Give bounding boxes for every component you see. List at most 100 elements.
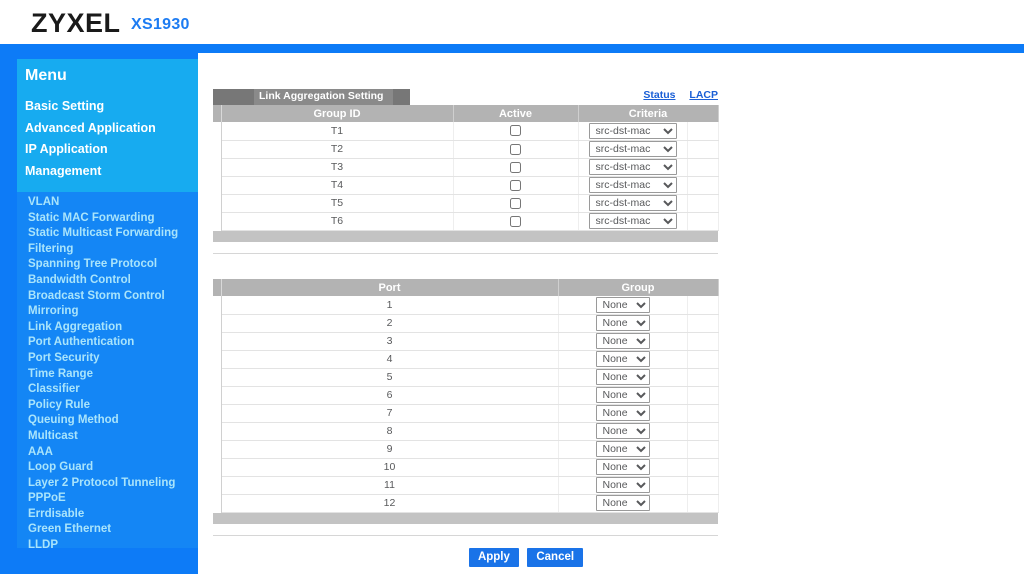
port-group-select[interactable]: None [595,405,650,421]
sidebar-item-port-authentication[interactable]: Port Authentication [17,335,198,351]
row-edge-cell [213,194,222,212]
group-table-header-row: Group ID Active Criteria [213,105,719,122]
port-pad-cell [687,440,719,459]
panel-links: Status LACP [632,89,718,101]
port-group-select[interactable]: None [595,387,650,403]
sidebar-item-vlan[interactable]: VLAN [17,192,198,211]
group-active-checkbox[interactable] [510,125,521,137]
row-edge-cell [213,314,222,332]
group-criteria-select[interactable]: src-dst-mac [588,141,677,157]
sidebar-menu-header: Menu Basic Setting Advanced Application … [17,59,198,192]
sidebar-item-filtering[interactable]: Filtering [17,242,198,258]
port-group-select[interactable]: None [595,333,650,349]
row-edge-cell [213,368,222,386]
sidebar-item-mirroring[interactable]: Mirroring [17,304,198,320]
group-active-cell [453,212,579,231]
section-divider-bottom [213,534,718,536]
table-row: T4 src-dst-mac [213,176,719,195]
section-divider [213,252,718,254]
port-pad-cell [687,314,719,333]
port-number-cell: 1 [221,296,559,315]
port-group-select[interactable]: None [595,423,650,439]
group-active-cell [453,122,579,141]
row-edge-cell [213,458,222,476]
group-criteria-select[interactable]: src-dst-mac [588,195,677,211]
table-row: T5 src-dst-mac [213,194,719,213]
table-row: 4 None [213,350,719,369]
sidebar-item-pppoe[interactable]: PPPoE [17,491,198,507]
group-active-checkbox[interactable] [510,197,521,209]
port-group-select[interactable]: None [595,495,650,511]
cancel-button[interactable]: Cancel [527,548,584,567]
group-active-checkbox[interactable] [510,179,521,191]
sidebar-item-basic-setting[interactable]: Basic Setting [25,96,198,118]
port-group-select[interactable]: None [595,441,650,457]
port-pad-cell [687,458,719,477]
link-status[interactable]: Status [643,89,675,101]
port-group-select[interactable]: None [595,315,650,331]
zyxel-logo: ZYXEL [31,8,121,38]
sidebar-item-layer-2-protocol-tunneling[interactable]: Layer 2 Protocol Tunneling [17,476,198,492]
port-table-body: 1 None 2 None 3 None 4 None 5 None 6 Non… [213,296,719,513]
group-table-col-criteria: Criteria [578,105,719,122]
port-group-select[interactable]: None [595,459,650,475]
sidebar-item-broadcast-storm-control[interactable]: Broadcast Storm Control [17,289,198,305]
sidebar-item-classifier[interactable]: Classifier [17,382,198,398]
port-group-select[interactable]: None [595,477,650,493]
group-active-checkbox[interactable] [510,143,521,155]
group-criteria-select[interactable]: src-dst-mac [588,122,677,139]
port-group-cell: None [558,296,688,315]
port-pad-cell [687,386,719,405]
table-row: 9 None [213,440,719,459]
port-group-select[interactable]: None [595,351,650,367]
group-criteria-select[interactable]: src-dst-mac [588,177,677,193]
row-edge-cell [213,158,222,176]
sidebar-item-loop-guard[interactable]: Loop Guard [17,460,198,476]
group-table: Group ID Active Criteria T1 src-dst-mac [213,105,719,231]
port-group-cell: None [558,350,688,369]
group-criteria-cell: src-dst-mac [578,140,688,159]
port-group-cell: None [558,368,688,387]
sidebar: Menu Basic Setting Advanced Application … [0,53,198,574]
port-group-cell: None [558,404,688,423]
sidebar-item-multicast[interactable]: Multicast [17,429,198,445]
sidebar-item-queuing-method[interactable]: Queuing Method [17,413,198,429]
row-edge-cell [213,122,222,140]
link-lacp[interactable]: LACP [689,89,718,101]
group-criteria-cell: src-dst-mac [578,158,688,177]
sidebar-item-time-range[interactable]: Time Range [17,367,198,383]
sidebar-item-management[interactable]: Management [25,161,198,183]
port-pad-cell [687,296,719,315]
sidebar-secondary-nav: VLAN Static MAC Forwarding Static Multic… [17,192,198,551]
port-group-select[interactable]: None [595,369,650,385]
apply-button[interactable]: Apply [468,548,519,567]
group-active-checkbox[interactable] [510,161,521,173]
group-active-checkbox[interactable] [510,215,521,227]
group-criteria-select[interactable]: src-dst-mac [588,213,677,229]
sidebar-item-link-aggregation[interactable]: Link Aggregation [17,320,198,336]
group-pad-cell [687,140,719,159]
group-id-cell: T2 [221,140,454,159]
table-row: 2 None [213,314,719,333]
sidebar-item-static-mac-forwarding[interactable]: Static MAC Forwarding [17,211,198,227]
sidebar-primary-nav: Basic Setting Advanced Application IP Ap… [25,96,198,182]
sidebar-item-errdisable[interactable]: Errdisable [17,507,198,523]
sidebar-item-policy-rule[interactable]: Policy Rule [17,398,198,414]
group-criteria-select[interactable]: src-dst-mac [588,159,677,175]
sidebar-item-green-ethernet[interactable]: Green Ethernet [17,522,198,538]
port-number-cell: 8 [221,422,559,441]
table-row: 8 None [213,422,719,441]
sidebar-item-port-security[interactable]: Port Security [17,351,198,367]
port-group-cell: None [558,386,688,405]
sidebar-item-aaa[interactable]: AAA [17,445,198,461]
sidebar-item-advanced-application[interactable]: Advanced Application [25,118,198,140]
table-row: 10 None [213,458,719,477]
group-pad-cell [687,176,719,195]
port-group-select[interactable]: None [595,296,650,313]
port-number-cell: 2 [221,314,559,333]
table-row: T6 src-dst-mac [213,212,719,231]
sidebar-item-bandwidth-control[interactable]: Bandwidth Control [17,273,198,289]
sidebar-item-static-multicast-forwarding[interactable]: Static Multicast Forwarding [17,226,198,242]
sidebar-item-spanning-tree-protocol[interactable]: Spanning Tree Protocol [17,257,198,273]
sidebar-item-ip-application[interactable]: IP Application [25,139,198,161]
